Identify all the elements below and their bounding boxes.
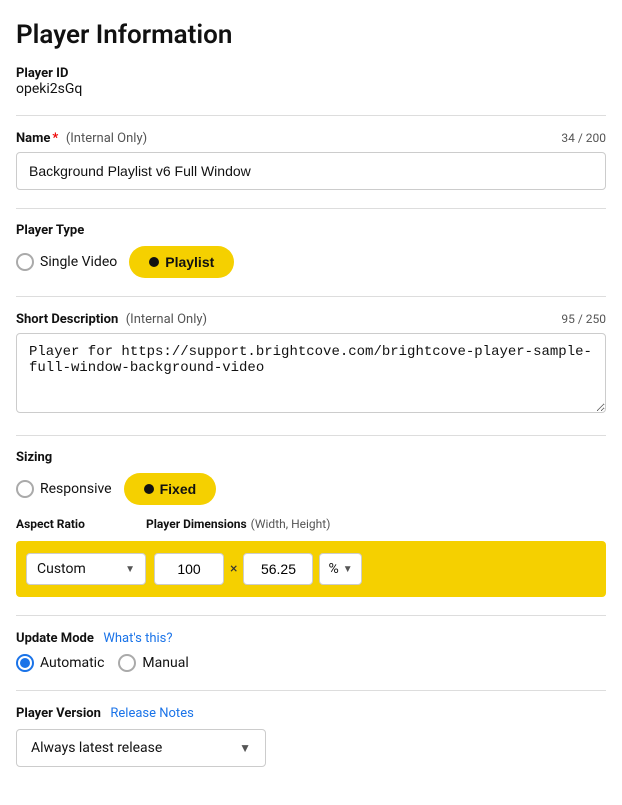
player-version-section: Player Version Release Notes Always late…	[16, 705, 606, 767]
short-description-input[interactable]: Player for https://support.brightcove.co…	[16, 333, 606, 413]
name-char-count: 34 / 200	[561, 131, 606, 145]
radio-responsive-circle	[16, 480, 34, 498]
radio-manual[interactable]: Manual	[118, 654, 188, 672]
name-label: Name* (Internal Only)	[16, 130, 147, 146]
whats-this-link[interactable]: What's this?	[103, 631, 172, 646]
unit-arrow: ▼	[343, 564, 353, 575]
update-mode-options: Automatic Manual	[16, 654, 606, 672]
short-desc-char-count: 95 / 250	[561, 312, 606, 326]
dimensions-group: × % ▼	[154, 553, 596, 585]
dimensions-separator: ×	[230, 561, 237, 577]
radio-automatic[interactable]: Automatic	[16, 654, 104, 672]
height-input[interactable]	[243, 553, 313, 585]
aspect-ratio-arrow: ▼	[125, 564, 135, 575]
divider-3	[16, 296, 606, 297]
release-notes-link[interactable]: Release Notes	[110, 706, 193, 721]
sizing-section: Sizing Responsive Fixed Aspect Ratio Pla…	[16, 450, 606, 597]
divider-6	[16, 690, 606, 691]
unit-select[interactable]: % ▼	[319, 553, 361, 585]
divider-1	[16, 115, 606, 116]
divider-5	[16, 615, 606, 616]
radio-automatic-label: Automatic	[40, 655, 104, 671]
player-id-label: Player ID	[16, 66, 606, 81]
player-version-select[interactable]: Always latest release ▼	[16, 729, 266, 767]
update-mode-label: Update Mode	[16, 631, 94, 646]
radio-fixed-button[interactable]: Fixed	[124, 473, 217, 505]
update-mode-section: Update Mode What's this? Automatic Manua…	[16, 630, 606, 672]
short-desc-row: Short Description (Internal Only) 95 / 2…	[16, 311, 606, 327]
aspect-ratio-header: Aspect Ratio	[16, 517, 146, 531]
radio-single-video-label: Single Video	[40, 254, 117, 270]
player-dimensions-header: Player Dimensions	[146, 517, 247, 531]
player-id-value: opeki2sGq	[16, 81, 606, 97]
short-desc-label: Short Description (Internal Only)	[16, 311, 207, 327]
player-type-row: Single Video Playlist	[16, 246, 606, 278]
player-id-section: Player ID opeki2sGq	[16, 66, 606, 97]
short-description-section: Short Description (Internal Only) 95 / 2…	[16, 311, 606, 417]
radio-single-video[interactable]: Single Video	[16, 253, 117, 271]
fixed-dot	[144, 484, 154, 494]
aspect-dimensions-container: Aspect Ratio Player Dimensions (Width, H…	[16, 517, 606, 597]
radio-manual-circle	[118, 654, 136, 672]
divider-2	[16, 208, 606, 209]
radio-automatic-circle	[16, 654, 34, 672]
radio-responsive[interactable]: Responsive	[16, 480, 112, 498]
unit-value: %	[328, 561, 338, 577]
player-version-arrow: ▼	[239, 741, 251, 755]
aspect-ratio-row: Custom ▼ × % ▼	[16, 541, 606, 597]
fixed-label: Fixed	[160, 481, 197, 497]
update-mode-label-row: Update Mode What's this?	[16, 630, 606, 646]
sizing-label: Sizing	[16, 450, 606, 465]
divider-4	[16, 435, 606, 436]
playlist-label: Playlist	[165, 254, 214, 270]
page-title: Player Information	[16, 20, 606, 50]
player-type-label: Player Type	[16, 223, 606, 238]
aspect-ratio-select[interactable]: Custom ▼	[26, 553, 146, 585]
name-input[interactable]	[16, 152, 606, 190]
radio-playlist-button[interactable]: Playlist	[129, 246, 234, 278]
name-section: Name* (Internal Only) 34 / 200	[16, 130, 606, 190]
playlist-dot	[149, 257, 159, 267]
name-row: Name* (Internal Only) 34 / 200	[16, 130, 606, 146]
radio-responsive-label: Responsive	[40, 481, 112, 497]
width-input[interactable]	[154, 553, 224, 585]
player-dimensions-sublabel: (Width, Height)	[251, 517, 331, 531]
aspect-ratio-value: Custom	[37, 561, 86, 577]
player-version-value: Always latest release	[31, 740, 162, 756]
radio-single-video-circle	[16, 253, 34, 271]
ar-header: Aspect Ratio Player Dimensions (Width, H…	[16, 517, 606, 531]
player-version-label: Player Version	[16, 706, 101, 721]
player-version-label-row: Player Version Release Notes	[16, 705, 606, 721]
radio-manual-label: Manual	[142, 655, 188, 671]
player-type-section: Player Type Single Video Playlist	[16, 223, 606, 278]
sizing-row: Responsive Fixed	[16, 473, 606, 505]
